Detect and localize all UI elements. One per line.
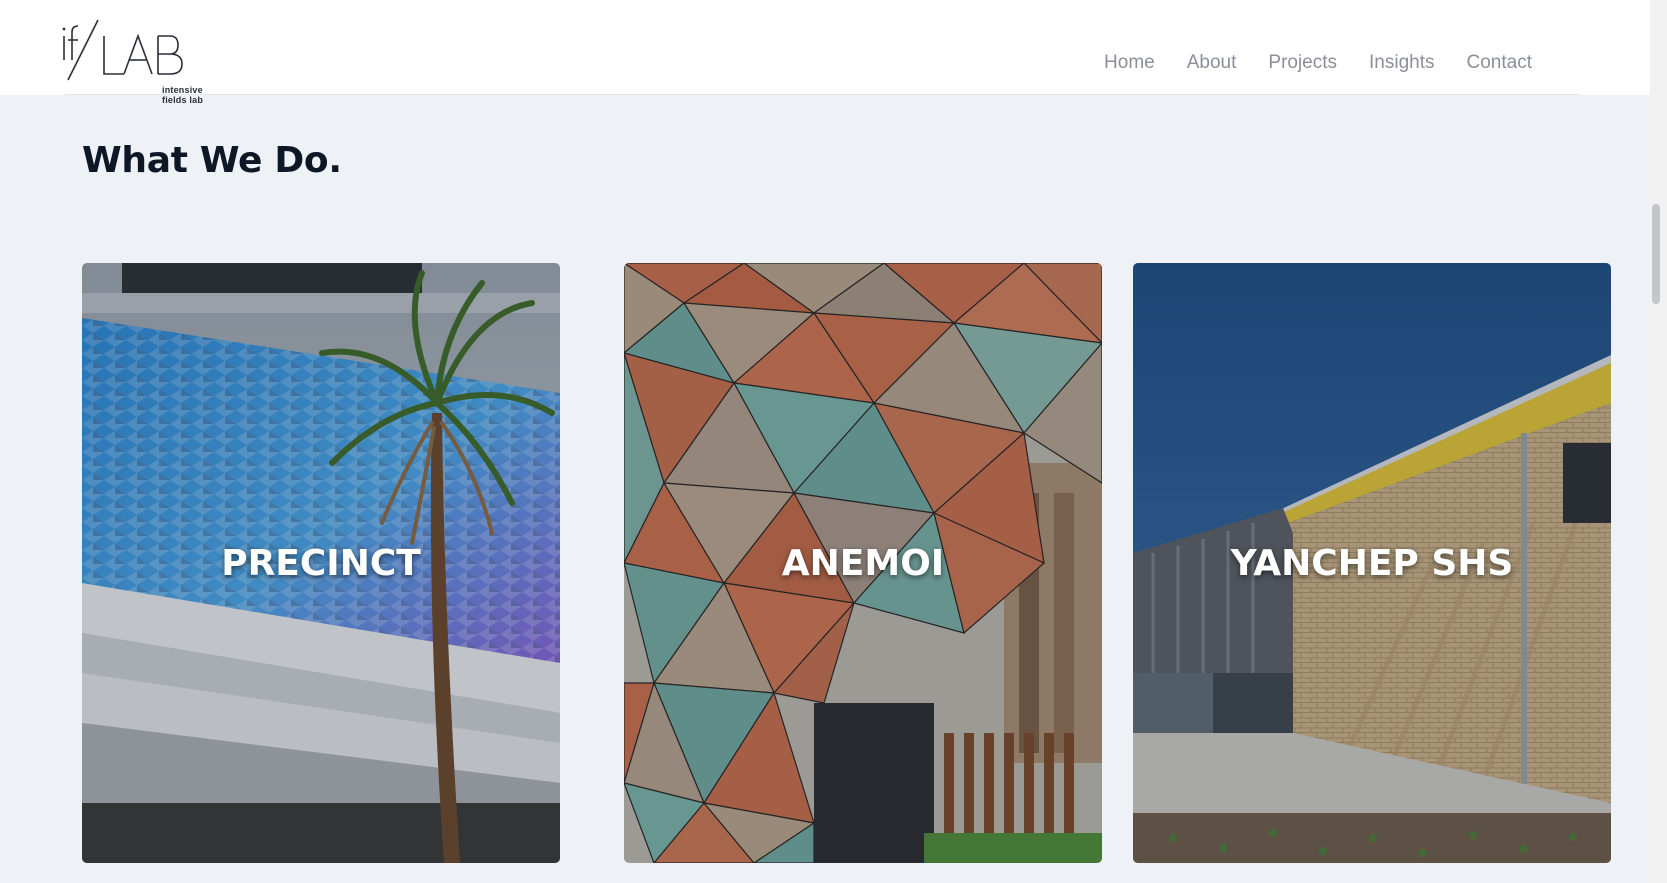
scrollbar-track[interactable]	[1650, 0, 1667, 883]
project-card-precinct[interactable]: PRECINCT	[82, 263, 560, 863]
scrollbar-thumb[interactable]	[1652, 204, 1660, 304]
project-title: YANCHEP SHS	[1230, 542, 1514, 584]
project-title: ANEMOI	[781, 542, 945, 584]
nav-home[interactable]: Home	[1104, 52, 1155, 74]
if-lab-logo-icon	[62, 19, 183, 81]
brand-logo[interactable]: intensive fields lab	[60, 16, 210, 105]
project-card-anemoi[interactable]: ANEMOI	[624, 263, 1102, 863]
site-header: intensive fields lab Home About Projects…	[0, 0, 1650, 105]
nav-about[interactable]: About	[1187, 52, 1237, 74]
project-card-yanchep-shs[interactable]: YANCHEP SHS	[1133, 263, 1611, 863]
nav-insights[interactable]: Insights	[1369, 52, 1434, 74]
nav-contact[interactable]: Contact	[1467, 52, 1532, 74]
section-title: What We Do.	[82, 140, 342, 181]
main-nav: Home About Projects Insights Contact	[1104, 52, 1532, 74]
nav-projects[interactable]: Projects	[1268, 52, 1337, 74]
header-divider	[65, 94, 1580, 95]
brand-tagline: intensive fields lab	[162, 85, 204, 105]
project-title: PRECINCT	[221, 542, 421, 584]
